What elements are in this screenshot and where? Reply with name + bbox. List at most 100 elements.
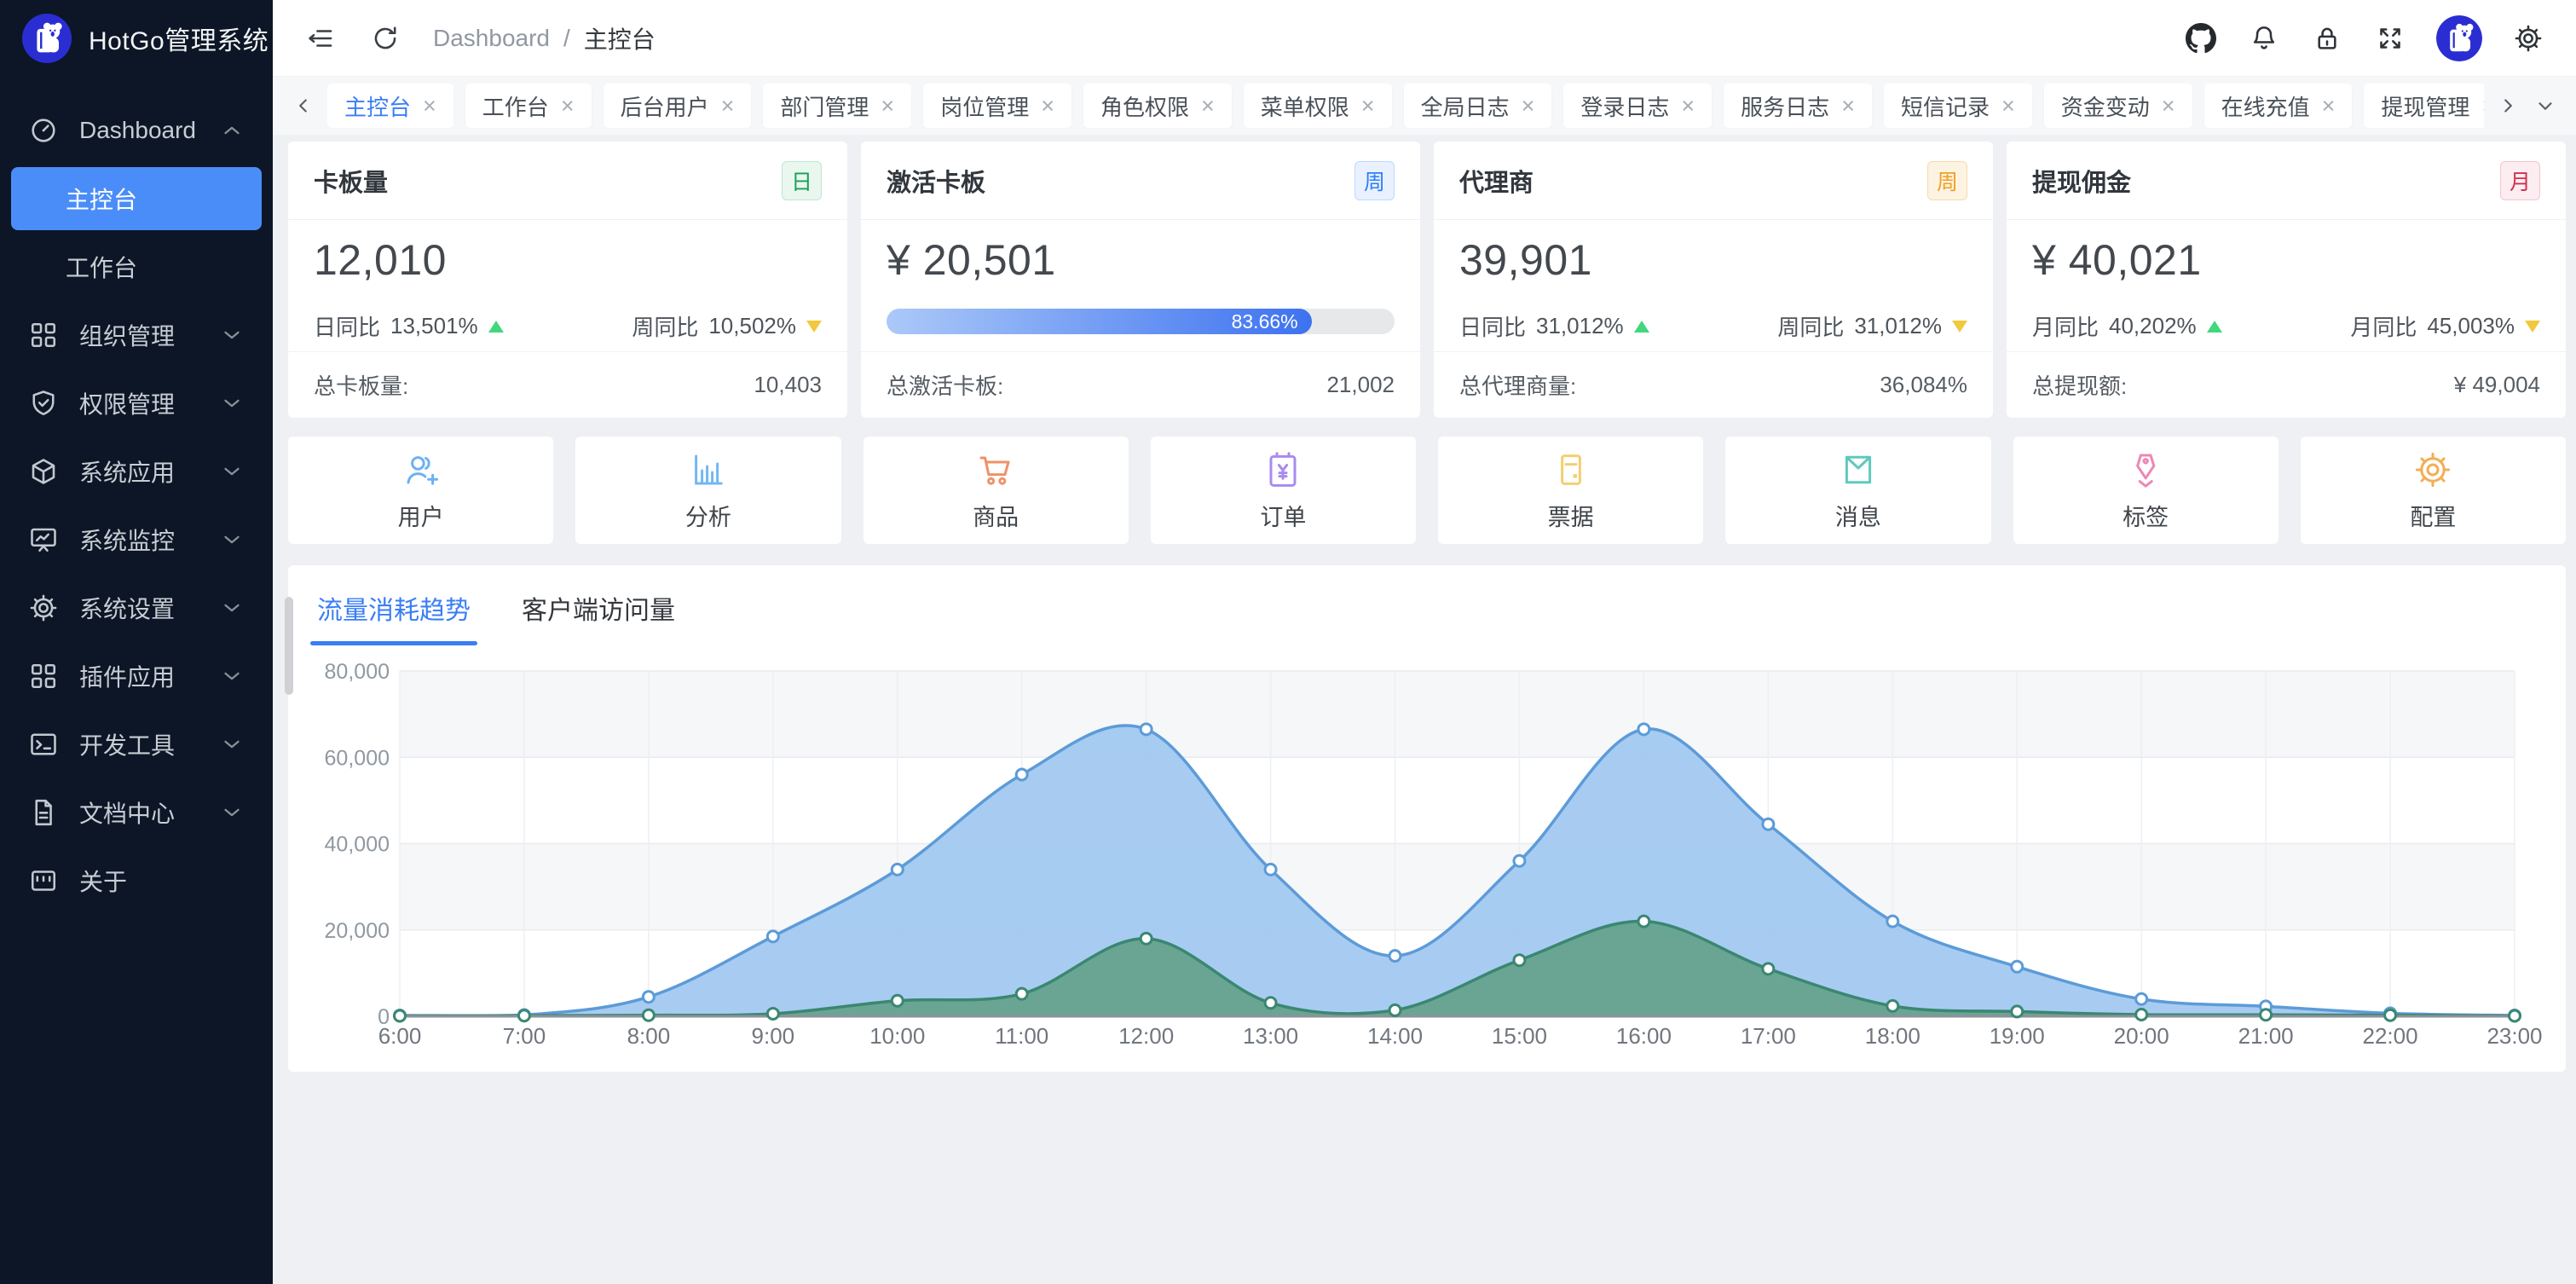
tab-label: 提现管理 bbox=[2381, 90, 2469, 122]
sidebar-item-system-monitor[interactable]: 系统监控 bbox=[11, 508, 262, 571]
close-icon[interactable]: × bbox=[561, 95, 575, 118]
tabs-scroll-left-icon[interactable] bbox=[285, 84, 322, 128]
down-arrow-icon bbox=[2525, 321, 2540, 333]
breadcrumb-separator: / bbox=[563, 25, 570, 52]
tabs-menu-chevron-down-icon[interactable] bbox=[2527, 84, 2564, 128]
tab-chip[interactable]: 在线充值 × bbox=[2204, 84, 2353, 128]
action-messages[interactable]: 消息 bbox=[1725, 437, 1990, 544]
close-icon[interactable]: × bbox=[1681, 95, 1695, 118]
svg-text:80,000: 80,000 bbox=[325, 660, 390, 684]
sidebar-item-organization[interactable]: 组织管理 bbox=[11, 304, 262, 367]
sidebar-item-plugins[interactable]: 插件应用 bbox=[11, 645, 262, 708]
svg-text:17:00: 17:00 bbox=[1741, 1023, 1796, 1049]
bell-icon[interactable] bbox=[2247, 21, 2281, 55]
cart-icon bbox=[975, 449, 1016, 490]
tab-label: 工作台 bbox=[482, 90, 549, 122]
action-tags[interactable]: 标签 bbox=[2013, 437, 2279, 544]
sidebar-item-permissions[interactable]: 权限管理 bbox=[11, 372, 262, 435]
app-title: HotGo管理系统 bbox=[89, 20, 269, 57]
action-orders[interactable]: 订单 bbox=[1151, 437, 1416, 544]
sidebar-item-dev-tools[interactable]: 开发工具 bbox=[11, 713, 262, 776]
chart-tab-client-visits[interactable]: 客户端访问量 bbox=[522, 589, 675, 645]
scrollbar-thumb[interactable] bbox=[285, 597, 293, 695]
close-icon[interactable]: × bbox=[721, 95, 735, 118]
user-add-icon bbox=[401, 449, 442, 490]
tab-chip[interactable]: 后台用户× bbox=[604, 84, 752, 128]
app-logo[interactable]: HotGo管理系统 bbox=[0, 0, 273, 77]
sidebar-item-dashboard[interactable]: Dashboard bbox=[11, 99, 262, 162]
close-icon[interactable]: × bbox=[2322, 95, 2336, 118]
lock-icon[interactable] bbox=[2310, 21, 2344, 55]
svg-text:20,000: 20,000 bbox=[325, 919, 390, 943]
koala-logo-icon bbox=[22, 14, 72, 63]
close-icon[interactable]: × bbox=[2162, 95, 2175, 118]
compare-right: 周同比31,012% bbox=[1777, 310, 1967, 342]
svg-text:10:00: 10:00 bbox=[869, 1023, 925, 1049]
breadcrumb-parent[interactable]: Dashboard bbox=[433, 25, 550, 52]
chart-tab-traffic-trend[interactable]: 流量消耗趋势 bbox=[317, 589, 471, 645]
tab-chip[interactable]: 短信记录× bbox=[1884, 84, 2032, 128]
tab-label: 在线充值 bbox=[2221, 90, 2310, 122]
action-config[interactable]: 配置 bbox=[2301, 437, 2566, 544]
tab-chip[interactable]: 服务日志× bbox=[1724, 84, 1872, 128]
close-icon[interactable]: × bbox=[1201, 95, 1215, 118]
tab-chip[interactable]: 工作台 × bbox=[465, 84, 592, 128]
sidebar-menu: Dashboard 主控台 工作台 组织管理 权限管理 系统应用 bbox=[0, 77, 273, 912]
sidebar-item-system-apps[interactable]: 系统应用 bbox=[11, 440, 262, 503]
chart-card: 流量消耗趋势 客户端访问量 020,00040,00060,00080,0006… bbox=[288, 565, 2566, 1072]
collapse-sidebar-icon[interactable] bbox=[303, 21, 338, 55]
tab-chip[interactable]: 资金变动× bbox=[2044, 84, 2192, 128]
period-badge[interactable]: 周 bbox=[1927, 161, 1967, 200]
close-icon[interactable]: × bbox=[1841, 95, 1855, 118]
sidebar-item-docs[interactable]: 文档中心 bbox=[11, 781, 262, 844]
close-icon[interactable]: × bbox=[1041, 95, 1054, 118]
action-products[interactable]: 商品 bbox=[863, 437, 1129, 544]
sidebar-item-system-settings[interactable]: 系统设置 bbox=[11, 576, 262, 639]
sidebar-item-label: 系统设置 bbox=[79, 591, 175, 625]
close-icon[interactable]: × bbox=[881, 95, 894, 118]
period-badge[interactable]: 日 bbox=[782, 161, 822, 200]
tabs-scroll-right-icon[interactable] bbox=[2489, 84, 2527, 128]
action-users[interactable]: 用户 bbox=[288, 437, 553, 544]
cube-icon bbox=[28, 456, 59, 487]
avatar[interactable] bbox=[2436, 15, 2482, 61]
compare-left: 日同比31,012% bbox=[1459, 310, 1649, 342]
action-tickets[interactable]: 票据 bbox=[1438, 437, 1703, 544]
tab-chip[interactable]: 登录日志× bbox=[1563, 84, 1712, 128]
tab-chip[interactable]: 主控台× bbox=[327, 84, 453, 128]
svg-text:7:00: 7:00 bbox=[503, 1023, 546, 1049]
refresh-icon[interactable] bbox=[368, 21, 402, 55]
sidebar-item-about[interactable]: 关于 bbox=[11, 849, 262, 912]
traffic-trend-area-chart: 020,00040,00060,00080,0006:007:008:009:0… bbox=[288, 646, 2566, 1064]
close-icon[interactable]: × bbox=[2481, 95, 2484, 118]
github-icon[interactable] bbox=[2184, 21, 2218, 55]
sidebar-item-console[interactable]: 主控台 bbox=[11, 167, 262, 230]
tab-chip[interactable]: 全局日志× bbox=[1404, 84, 1552, 128]
tab-chip[interactable]: 菜单权限 × bbox=[1244, 84, 1392, 128]
tab-chip[interactable]: 岗位管理× bbox=[923, 84, 1071, 128]
stat-card-agents: 代理商 周 39,901 日同比31,012% 周同比31,012% 总代理商量… bbox=[1434, 142, 1993, 418]
settings-gear-icon[interactable] bbox=[2511, 21, 2545, 55]
fullscreen-icon[interactable] bbox=[2373, 21, 2407, 55]
action-analysis[interactable]: 分析 bbox=[575, 437, 840, 544]
chevron-down-icon bbox=[219, 322, 245, 348]
close-icon[interactable]: × bbox=[1522, 95, 1535, 118]
close-icon[interactable]: × bbox=[2001, 95, 2015, 118]
period-badge[interactable]: 月 bbox=[2500, 161, 2540, 200]
tab-label: 菜单权限 bbox=[1261, 90, 1349, 122]
tab-chip[interactable]: 部门管理× bbox=[763, 84, 911, 128]
sidebar-item-workbench[interactable]: 工作台 bbox=[11, 235, 262, 298]
period-badge[interactable]: 周 bbox=[1354, 161, 1395, 200]
tab-chip[interactable]: 角色权限× bbox=[1083, 84, 1232, 128]
breadcrumb-current[interactable]: 主控台 bbox=[584, 21, 656, 55]
close-icon[interactable]: × bbox=[1361, 95, 1375, 118]
progress-bar: 83.66% bbox=[887, 309, 1395, 334]
sidebar-item-label: 开发工具 bbox=[79, 727, 175, 761]
top-bar: Dashboard / 主控台 bbox=[273, 0, 2576, 77]
dashboard-icon bbox=[28, 115, 59, 146]
sidebar-item-label: 系统应用 bbox=[79, 454, 175, 489]
close-icon[interactable]: × bbox=[423, 95, 436, 118]
svg-text:11:00: 11:00 bbox=[995, 1023, 1048, 1049]
card-footer: 总提现额:¥ 49,004 bbox=[2007, 351, 2566, 418]
tab-chip[interactable]: 提现管理 × bbox=[2364, 84, 2484, 128]
